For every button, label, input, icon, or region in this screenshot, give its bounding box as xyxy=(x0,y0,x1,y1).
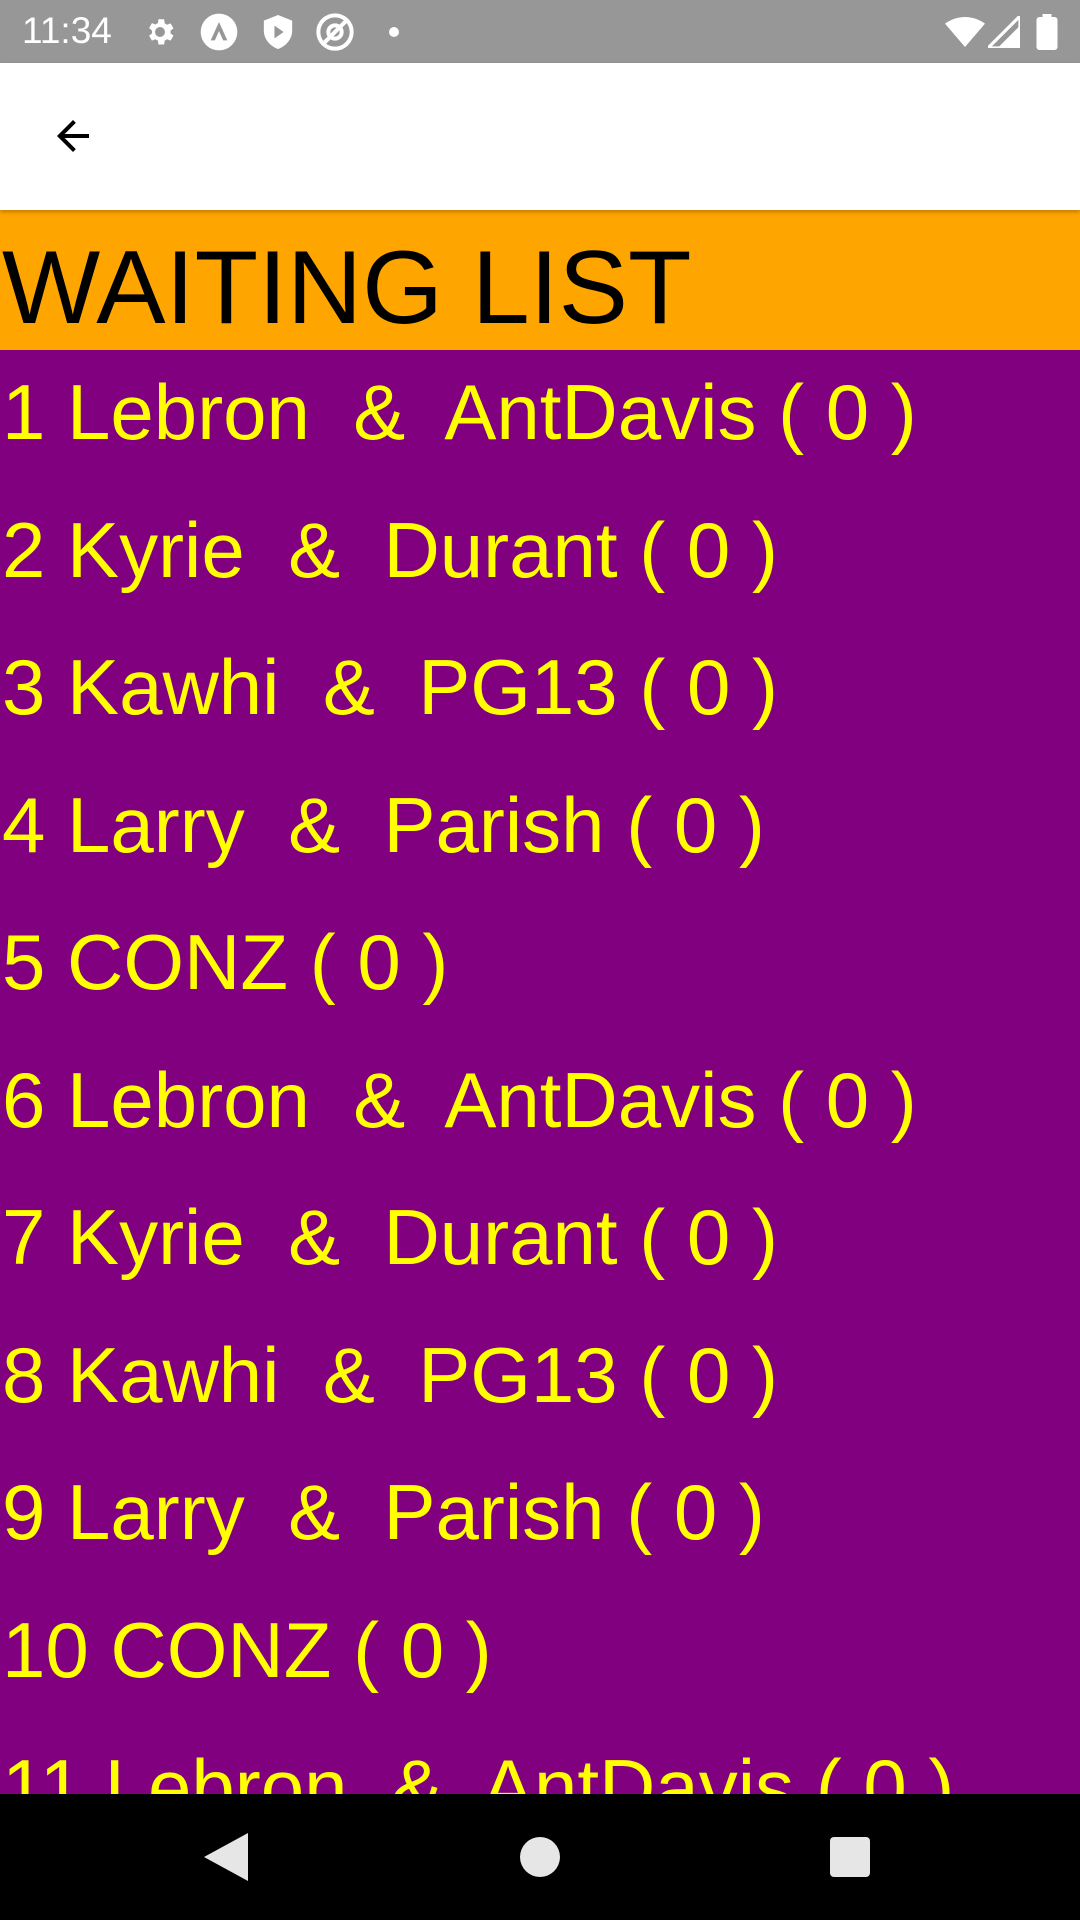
list-item-label: 10 CONZ ( 0 ) xyxy=(2,1605,492,1694)
list-item-label: 4 Larry & Parish ( 0 ) xyxy=(2,780,765,869)
list-item[interactable]: 5 CONZ ( 0 ) xyxy=(0,900,1080,1038)
header-band: WAITING LIST xyxy=(0,210,1080,350)
list-item[interactable]: 8 Kawhi & PG13 ( 0 ) xyxy=(0,1313,1080,1451)
list-item[interactable]: 3 Kawhi & PG13 ( 0 ) xyxy=(0,625,1080,763)
list-item[interactable]: 10 CONZ ( 0 ) xyxy=(0,1588,1080,1726)
battery-icon xyxy=(1030,0,1064,63)
waiting-list[interactable]: 1 Lebron & AntDavis ( 0 ) 2 Kyrie & Dura… xyxy=(0,350,1080,1794)
app-icon xyxy=(198,0,240,63)
list-item-label: 8 Kawhi & PG13 ( 0 ) xyxy=(2,1330,779,1419)
nav-home-button[interactable] xyxy=(460,1794,620,1920)
list-item[interactable]: 2 Kyrie & Durant ( 0 ) xyxy=(0,488,1080,626)
list-item-label: 3 Kawhi & PG13 ( 0 ) xyxy=(2,643,779,731)
list-item[interactable]: 1 Lebron & AntDavis ( 0 ) xyxy=(0,350,1080,488)
list-item[interactable]: 4 Larry & Parish ( 0 ) xyxy=(0,763,1080,901)
status-bar: 11:34 xyxy=(0,0,1080,63)
back-triangle-icon xyxy=(204,1833,248,1881)
navigation-bar xyxy=(0,1794,1080,1920)
wifi-icon xyxy=(944,0,986,63)
list-item[interactable]: 11 Lebron & AntDavis ( 0 ) xyxy=(0,1725,1080,1794)
page-title: WAITING LIST xyxy=(2,230,692,346)
play-protect-icon xyxy=(258,0,298,63)
status-time: 11:34 xyxy=(22,10,112,51)
gear-icon xyxy=(142,0,178,63)
arrow-left-icon xyxy=(57,120,89,152)
home-circle-icon xyxy=(520,1837,560,1877)
list-item-label: 11 Lebron & AntDavis ( 0 ) xyxy=(2,1743,955,1794)
list-item-label: 9 Larry & Parish ( 0 ) xyxy=(2,1468,765,1556)
screen: 11:34 WAITING LIST 1 Lebron & AntDavis (… xyxy=(0,0,1080,1920)
recents-square-icon xyxy=(830,1837,870,1877)
list-item-label: 7 Kyrie & Durant ( 0 ) xyxy=(2,1193,778,1281)
at-sign-icon xyxy=(314,0,356,63)
list-item-label: 2 Kyrie & Durant ( 0 ) xyxy=(2,505,778,594)
list-item-label: 1 Lebron & AntDavis ( 0 ) xyxy=(2,368,917,456)
nav-recents-button[interactable] xyxy=(770,1794,930,1920)
list-item[interactable]: 6 Lebron & AntDavis ( 0 ) xyxy=(0,1038,1080,1176)
list-item[interactable]: 9 Larry & Parish ( 0 ) xyxy=(0,1450,1080,1588)
dot-icon xyxy=(384,0,404,63)
back-button[interactable] xyxy=(36,99,110,173)
signal-icon xyxy=(986,0,1022,63)
list-item-label: 5 CONZ ( 0 ) xyxy=(2,918,449,1006)
list-item-label: 6 Lebron & AntDavis ( 0 ) xyxy=(2,1055,917,1144)
app-bar xyxy=(0,63,1080,210)
nav-back-button[interactable] xyxy=(146,1794,306,1920)
list-item[interactable]: 7 Kyrie & Durant ( 0 ) xyxy=(0,1175,1080,1313)
